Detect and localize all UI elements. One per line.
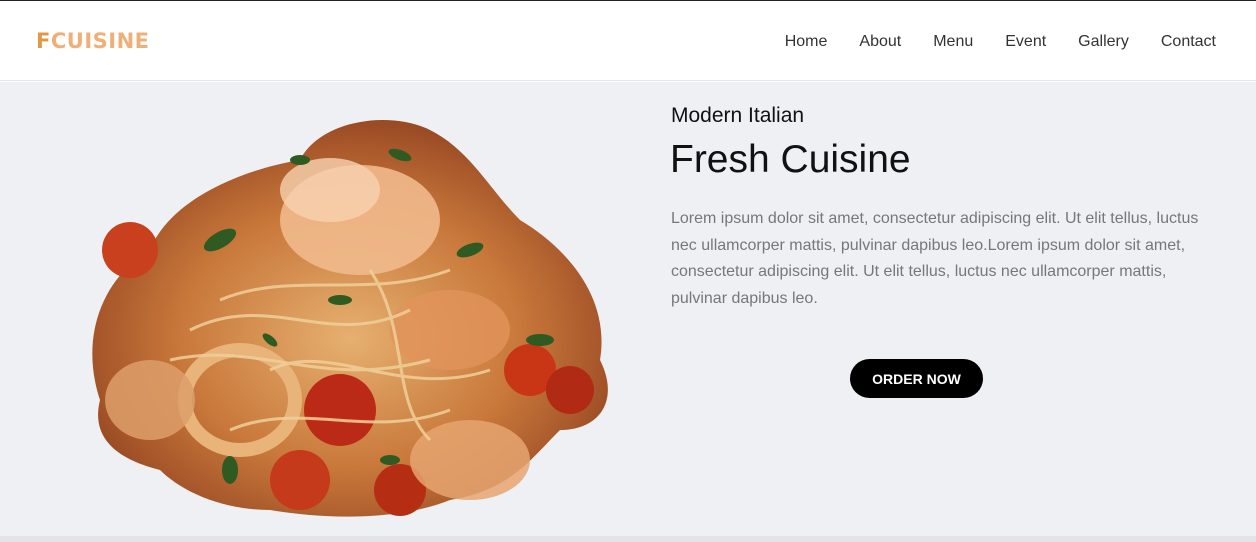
hero-section: Modern Italian Fresh Cuisine Lorem ipsum… [0,82,1256,536]
hero-subtitle: Modern Italian [671,104,805,127]
navbar: FCUISINE Home About Menu Event Gallery C… [0,1,1256,81]
section-divider [0,536,1256,542]
main-nav: Home About Menu Event Gallery Contact [753,32,1216,52]
logo[interactable]: FCUISINE [36,29,150,53]
hero-description: Lorem ipsum dolor sit amet, consectetur … [671,210,1199,307]
order-now-button[interactable]: ORDER NOW [850,359,983,398]
nav-home[interactable]: Home [785,32,828,52]
hero-title: Fresh Cuisine [670,138,911,181]
nav-about[interactable]: About [859,32,901,52]
nav-menu[interactable]: Menu [933,32,973,52]
logo-text: CUISINE [50,29,150,53]
nav-gallery[interactable]: Gallery [1078,32,1129,52]
nav-event[interactable]: Event [1005,32,1046,52]
logo-first-letter: F [36,29,51,53]
nav-contact[interactable]: Contact [1161,32,1216,52]
pasta-dish-image [92,120,608,517]
